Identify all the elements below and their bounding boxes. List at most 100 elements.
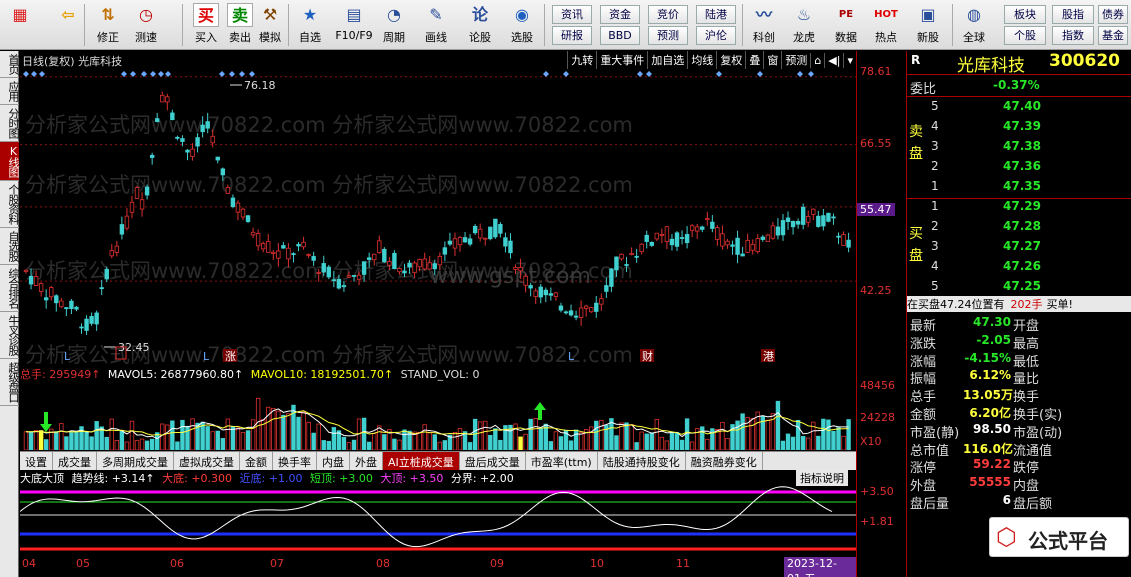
indicator-tab[interactable]: 融资融券变化 bbox=[686, 452, 763, 470]
indicator-tab[interactable]: 盘后成交量 bbox=[460, 452, 526, 470]
event-diamond-icon[interactable] bbox=[158, 71, 164, 77]
toolbar-small-button[interactable]: 陆港 bbox=[696, 5, 736, 24]
chart-tool-button[interactable]: 窗 bbox=[763, 51, 781, 69]
toolbar-small-button[interactable]: 竞价 bbox=[648, 5, 688, 24]
left-tab[interactable]: 超级盘口 bbox=[0, 359, 20, 406]
indicator-tab[interactable]: 成交量 bbox=[53, 452, 97, 470]
indicator-tab[interactable]: 金额 bbox=[240, 452, 273, 470]
toolbar-pencil-button[interactable]: ✎ 画线 bbox=[420, 3, 452, 47]
left-tab[interactable]: 综合排名 bbox=[0, 265, 20, 312]
event-diamond-icon[interactable] bbox=[39, 71, 45, 77]
event-diamond-icon[interactable] bbox=[130, 71, 136, 77]
kline-chart[interactable]: 分析家公式网www.70822.com 分析家公式网www.70822.com 分… bbox=[20, 51, 856, 364]
toolbar-globe-button[interactable]: ◍ 全球 bbox=[958, 3, 990, 47]
event-marker[interactable]: L bbox=[568, 350, 575, 363]
indicator-tab[interactable]: AI立桩成交量 bbox=[383, 452, 460, 470]
event-diamond-icon[interactable] bbox=[543, 71, 549, 77]
volume-chart[interactable] bbox=[20, 382, 856, 450]
toolbar-windows-button[interactable]: ▦ bbox=[4, 3, 36, 47]
toolbar-sell-button[interactable]: 卖卖出 bbox=[224, 3, 256, 47]
event-diamond-icon[interactable] bbox=[150, 71, 156, 77]
indicator-tab[interactable]: 陆股通持股变化 bbox=[598, 452, 686, 470]
indicator-tab[interactable]: 外盘 bbox=[350, 452, 383, 470]
toolbar-right-button[interactable]: 板块 bbox=[1004, 5, 1046, 24]
volume-bar bbox=[821, 418, 826, 450]
toolbar-right-button[interactable]: 基金 bbox=[1098, 26, 1128, 45]
toolbar-small-button[interactable]: 沪伦 bbox=[696, 26, 736, 45]
toolbar-gauge-button[interactable]: ◉ 选股 bbox=[506, 3, 538, 47]
event-diamond-icon[interactable] bbox=[141, 71, 147, 77]
chart-tool-button[interactable]: 加自选 bbox=[647, 51, 687, 69]
event-diamond-icon[interactable] bbox=[637, 71, 643, 77]
left-tab[interactable]: 自选股 bbox=[0, 228, 20, 265]
left-tab[interactable]: 牛叉诊股 bbox=[0, 312, 20, 359]
home-icon[interactable]: ⌂ bbox=[810, 53, 824, 68]
toolbar-clock-button[interactable]: ◷ 测速 bbox=[130, 3, 162, 47]
chart-tool-button[interactable]: 叠 bbox=[745, 51, 763, 69]
toolbar-f10-button[interactable]: ▤ F10/F9 bbox=[334, 3, 374, 47]
indicator-tab[interactable]: 内盘 bbox=[317, 452, 350, 470]
candle-body bbox=[397, 268, 402, 273]
arrow-icon[interactable]: ◀| bbox=[824, 53, 843, 68]
toolbar-period-button[interactable]: ◔ 周期 bbox=[378, 3, 410, 47]
toolbar-small-button[interactable]: 研报 bbox=[552, 26, 592, 45]
event-marker[interactable]: 港 bbox=[763, 350, 774, 363]
toolbar-fire-button[interactable]: HOT 热点 bbox=[870, 3, 902, 47]
left-tab[interactable]: 首页 bbox=[0, 51, 20, 78]
left-tab[interactable]: K线图 bbox=[0, 142, 20, 181]
toolbar-right-button[interactable]: 债券 bbox=[1098, 5, 1128, 24]
indicator-explain-button[interactable]: 指标说明 bbox=[796, 470, 848, 486]
chart-tool-button[interactable]: 预测 bbox=[781, 51, 810, 69]
toolbar-dragon-button[interactable]: ♨ 龙虎 bbox=[788, 3, 820, 47]
event-diamond-icon[interactable] bbox=[797, 71, 803, 77]
indicator-tab[interactable]: 设置 bbox=[20, 452, 53, 470]
event-diamond-icon[interactable] bbox=[646, 71, 652, 77]
volume-ma5: MAVOL5: 26877960.80↑ bbox=[107, 368, 244, 381]
left-tab[interactable]: 个股资料 bbox=[0, 181, 20, 228]
event-marker[interactable]: 涨 bbox=[225, 350, 236, 363]
toolbar-right-button[interactable]: 股指 bbox=[1052, 5, 1094, 24]
left-tab[interactable]: 应用 bbox=[0, 78, 20, 105]
indicator-tab[interactable]: 虚拟成交量 bbox=[174, 452, 240, 470]
indicator-chart[interactable] bbox=[20, 486, 856, 554]
toolbar-right-button[interactable]: 指数 bbox=[1052, 26, 1094, 45]
toolbar-pe-button[interactable]: PE 数据 bbox=[830, 3, 862, 47]
event-diamond-icon[interactable] bbox=[808, 71, 814, 77]
event-diamond-icon[interactable] bbox=[716, 71, 722, 77]
event-diamond-icon[interactable] bbox=[563, 71, 569, 77]
left-tab[interactable]: 分时图 bbox=[0, 105, 20, 142]
indicator-tab[interactable]: 多周期成交量 bbox=[97, 452, 174, 470]
event-diamond-icon[interactable] bbox=[23, 71, 29, 77]
toolbar-small-button[interactable]: 预测 bbox=[648, 26, 688, 45]
toolbar-star-button[interactable]: ★ 自选 bbox=[294, 3, 326, 47]
event-diamond-icon[interactable] bbox=[239, 71, 245, 77]
toolbar-small-button[interactable]: BBD bbox=[600, 26, 640, 45]
toolbar-small-button[interactable]: 资金 bbox=[600, 5, 640, 24]
toolbar-back-arrow-button[interactable]: ⇦ bbox=[52, 3, 84, 47]
event-diamond-icon[interactable] bbox=[229, 71, 235, 77]
chart-tool-button[interactable]: 九转 bbox=[567, 51, 596, 69]
event-diamond-icon[interactable] bbox=[757, 71, 763, 77]
toolbar-discuss-button[interactable]: 论论股 bbox=[464, 3, 496, 47]
chart-tool-button[interactable]: 重大事件 bbox=[596, 51, 647, 69]
chevron-down-icon[interactable]: ▾ bbox=[843, 53, 856, 68]
toolbar-right-button[interactable]: 个股 bbox=[1004, 26, 1046, 45]
event-marker[interactable]: 财 bbox=[642, 349, 653, 363]
toolbar-newstock-button[interactable]: ▣ 新股 bbox=[912, 3, 944, 47]
toolbar-kechuang-button[interactable]: 〰科创 bbox=[748, 3, 780, 47]
indicator-tab[interactable]: 换手率 bbox=[273, 452, 317, 470]
event-marker[interactable]: L bbox=[203, 350, 210, 363]
toolbar-hammer-button[interactable]: ⚒ 模拟 bbox=[254, 3, 286, 47]
event-diamond-icon[interactable] bbox=[121, 71, 127, 77]
event-diamond-icon[interactable] bbox=[31, 71, 37, 77]
chart-tool-button[interactable]: 均线 bbox=[687, 51, 716, 69]
event-diamond-icon[interactable] bbox=[219, 71, 225, 77]
toolbar-buy-button[interactable]: 买买入 bbox=[190, 3, 222, 47]
event-diamond-icon[interactable] bbox=[165, 71, 171, 77]
chart-tool-button[interactable]: 复权 bbox=[716, 51, 745, 69]
event-diamond-icon[interactable] bbox=[249, 71, 255, 77]
event-marker[interactable]: L bbox=[64, 350, 71, 363]
toolbar-revise-button[interactable]: ⇅ 修正 bbox=[92, 3, 124, 47]
indicator-tab[interactable]: 市盈率(ttm) bbox=[526, 452, 598, 470]
toolbar-small-button[interactable]: 资讯 bbox=[552, 5, 592, 24]
